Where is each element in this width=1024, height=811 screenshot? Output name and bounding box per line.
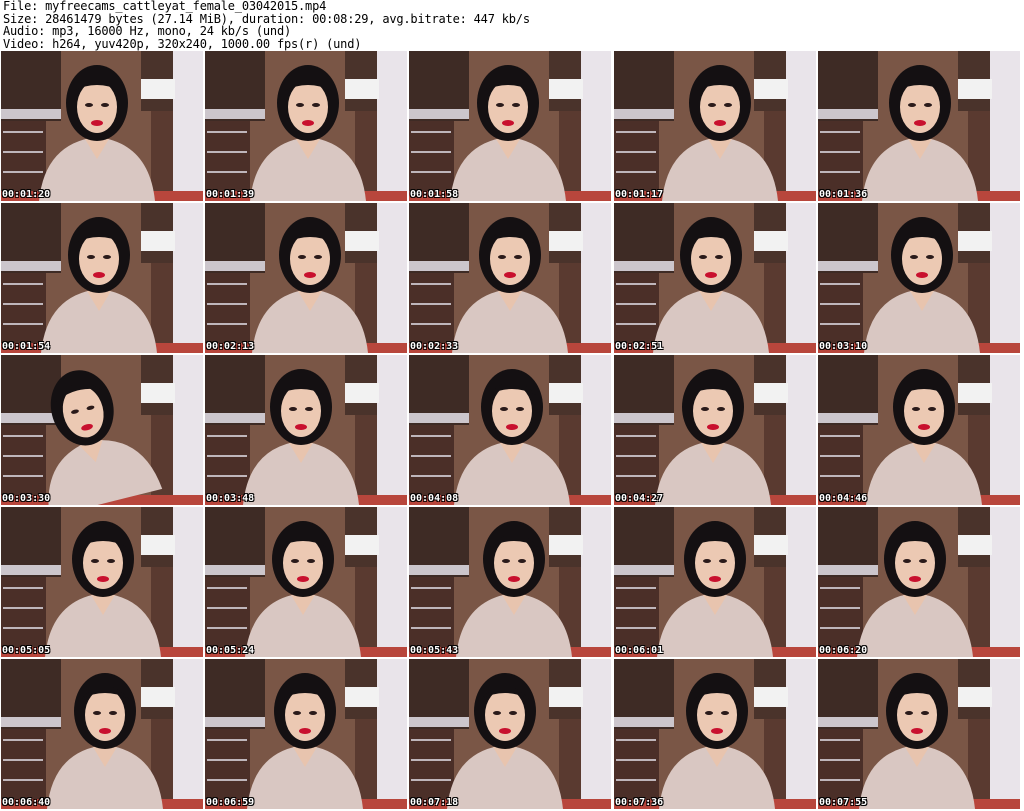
frame-image <box>1 203 203 353</box>
video-frame-thumbnail: 00:04:46 <box>818 355 1020 505</box>
video-frame-thumbnail: 00:04:27 <box>614 355 816 505</box>
frame-image <box>614 507 816 657</box>
frame-timestamp: 00:03:30 <box>2 493 51 504</box>
audio-line: Audio: mp3, 16000 Hz, mono, 24 kb/s (und… <box>3 24 292 39</box>
frame-timestamp: 00:07:36 <box>615 797 664 808</box>
frame-image <box>205 51 407 201</box>
video-frame-thumbnail: 00:06:20 <box>818 507 1020 657</box>
frame-timestamp: 00:05:05 <box>2 645 51 656</box>
frame-image <box>409 507 611 657</box>
video-frame-thumbnail: 00:02:33 <box>409 203 611 353</box>
frame-timestamp: 00:02:51 <box>615 341 664 352</box>
video-frame-thumbnail: 00:07:18 <box>409 659 611 809</box>
frame-timestamp: 00:06:20 <box>819 645 868 656</box>
video-frame-thumbnail: 00:06:59 <box>205 659 407 809</box>
video-frame-thumbnail: 00:06:01 <box>614 507 816 657</box>
video-frame-thumbnail: 00:01:36 <box>818 51 1020 201</box>
frame-timestamp: 00:01:54 <box>2 341 51 352</box>
frame-image <box>205 507 407 657</box>
frame-image <box>205 203 407 353</box>
thumbnail-grid: 00:01:20 00:01:39 00:01:58 00:01:17 00:01:36… <box>1 51 1023 809</box>
frame-timestamp: 00:02:33 <box>410 341 459 352</box>
video-frame-thumbnail: 00:07:36 <box>614 659 816 809</box>
frame-image <box>409 355 611 505</box>
file-info-header: File: myfreecams_cattleyat_female_030420… <box>3 0 1021 50</box>
frame-timestamp: 00:04:08 <box>410 493 459 504</box>
video-frame-thumbnail: 00:07:55 <box>818 659 1020 809</box>
frame-image <box>1 355 203 505</box>
frame-image <box>409 203 611 353</box>
frame-image <box>818 659 1020 809</box>
frame-timestamp: 00:06:01 <box>615 645 664 656</box>
frame-image <box>1 51 203 201</box>
frame-timestamp: 00:03:48 <box>206 493 255 504</box>
frame-timestamp: 00:06:40 <box>2 797 51 808</box>
video-frame-thumbnail: 00:01:39 <box>205 51 407 201</box>
frame-timestamp: 00:01:36 <box>819 189 868 200</box>
frame-timestamp: 00:05:24 <box>206 645 255 656</box>
frame-image <box>614 355 816 505</box>
frame-timestamp: 00:01:17 <box>615 189 664 200</box>
frame-image <box>409 659 611 809</box>
video-frame-thumbnail: 00:03:10 <box>818 203 1020 353</box>
video-frame-thumbnail: 00:05:24 <box>205 507 407 657</box>
frame-timestamp: 00:01:20 <box>2 189 51 200</box>
video-frame-thumbnail: 00:01:54 <box>1 203 203 353</box>
frame-image <box>818 203 1020 353</box>
frame-image <box>614 203 816 353</box>
frame-image <box>205 659 407 809</box>
frame-timestamp: 00:05:43 <box>410 645 459 656</box>
video-frame-thumbnail: 00:02:51 <box>614 203 816 353</box>
video-frame-thumbnail: 00:04:08 <box>409 355 611 505</box>
frame-timestamp: 00:07:18 <box>410 797 459 808</box>
frame-image <box>1 507 203 657</box>
video-frame-thumbnail: 00:01:58 <box>409 51 611 201</box>
frame-image <box>818 51 1020 201</box>
frame-image <box>614 51 816 201</box>
frame-timestamp: 00:07:55 <box>819 797 868 808</box>
video-frame-thumbnail: 00:05:05 <box>1 507 203 657</box>
frame-image <box>818 355 1020 505</box>
video-frame-thumbnail: 00:03:30 <box>1 355 203 505</box>
frame-timestamp: 00:04:27 <box>615 493 664 504</box>
frame-timestamp: 00:02:13 <box>206 341 255 352</box>
frame-image <box>818 507 1020 657</box>
frame-timestamp: 00:06:59 <box>206 797 255 808</box>
video-frame-thumbnail: 00:06:40 <box>1 659 203 809</box>
video-frame-thumbnail: 00:01:20 <box>1 51 203 201</box>
video-frame-thumbnail: 00:05:43 <box>409 507 611 657</box>
file-name-line: File: myfreecams_cattleyat_female_030420… <box>3 0 327 13</box>
frame-timestamp: 00:01:39 <box>206 189 255 200</box>
frame-image <box>614 659 816 809</box>
frame-image <box>409 51 611 201</box>
frame-timestamp: 00:04:46 <box>819 493 868 504</box>
video-frame-thumbnail: 00:01:17 <box>614 51 816 201</box>
frame-image <box>205 355 407 505</box>
frame-timestamp: 00:03:10 <box>819 341 868 352</box>
video-line: Video: h264, yuv420p, 320x240, 1000.00 f… <box>3 36 362 51</box>
video-frame-thumbnail: 00:02:13 <box>205 203 407 353</box>
frame-image <box>1 659 203 809</box>
frame-timestamp: 00:01:58 <box>410 189 459 200</box>
video-frame-thumbnail: 00:03:48 <box>205 355 407 505</box>
